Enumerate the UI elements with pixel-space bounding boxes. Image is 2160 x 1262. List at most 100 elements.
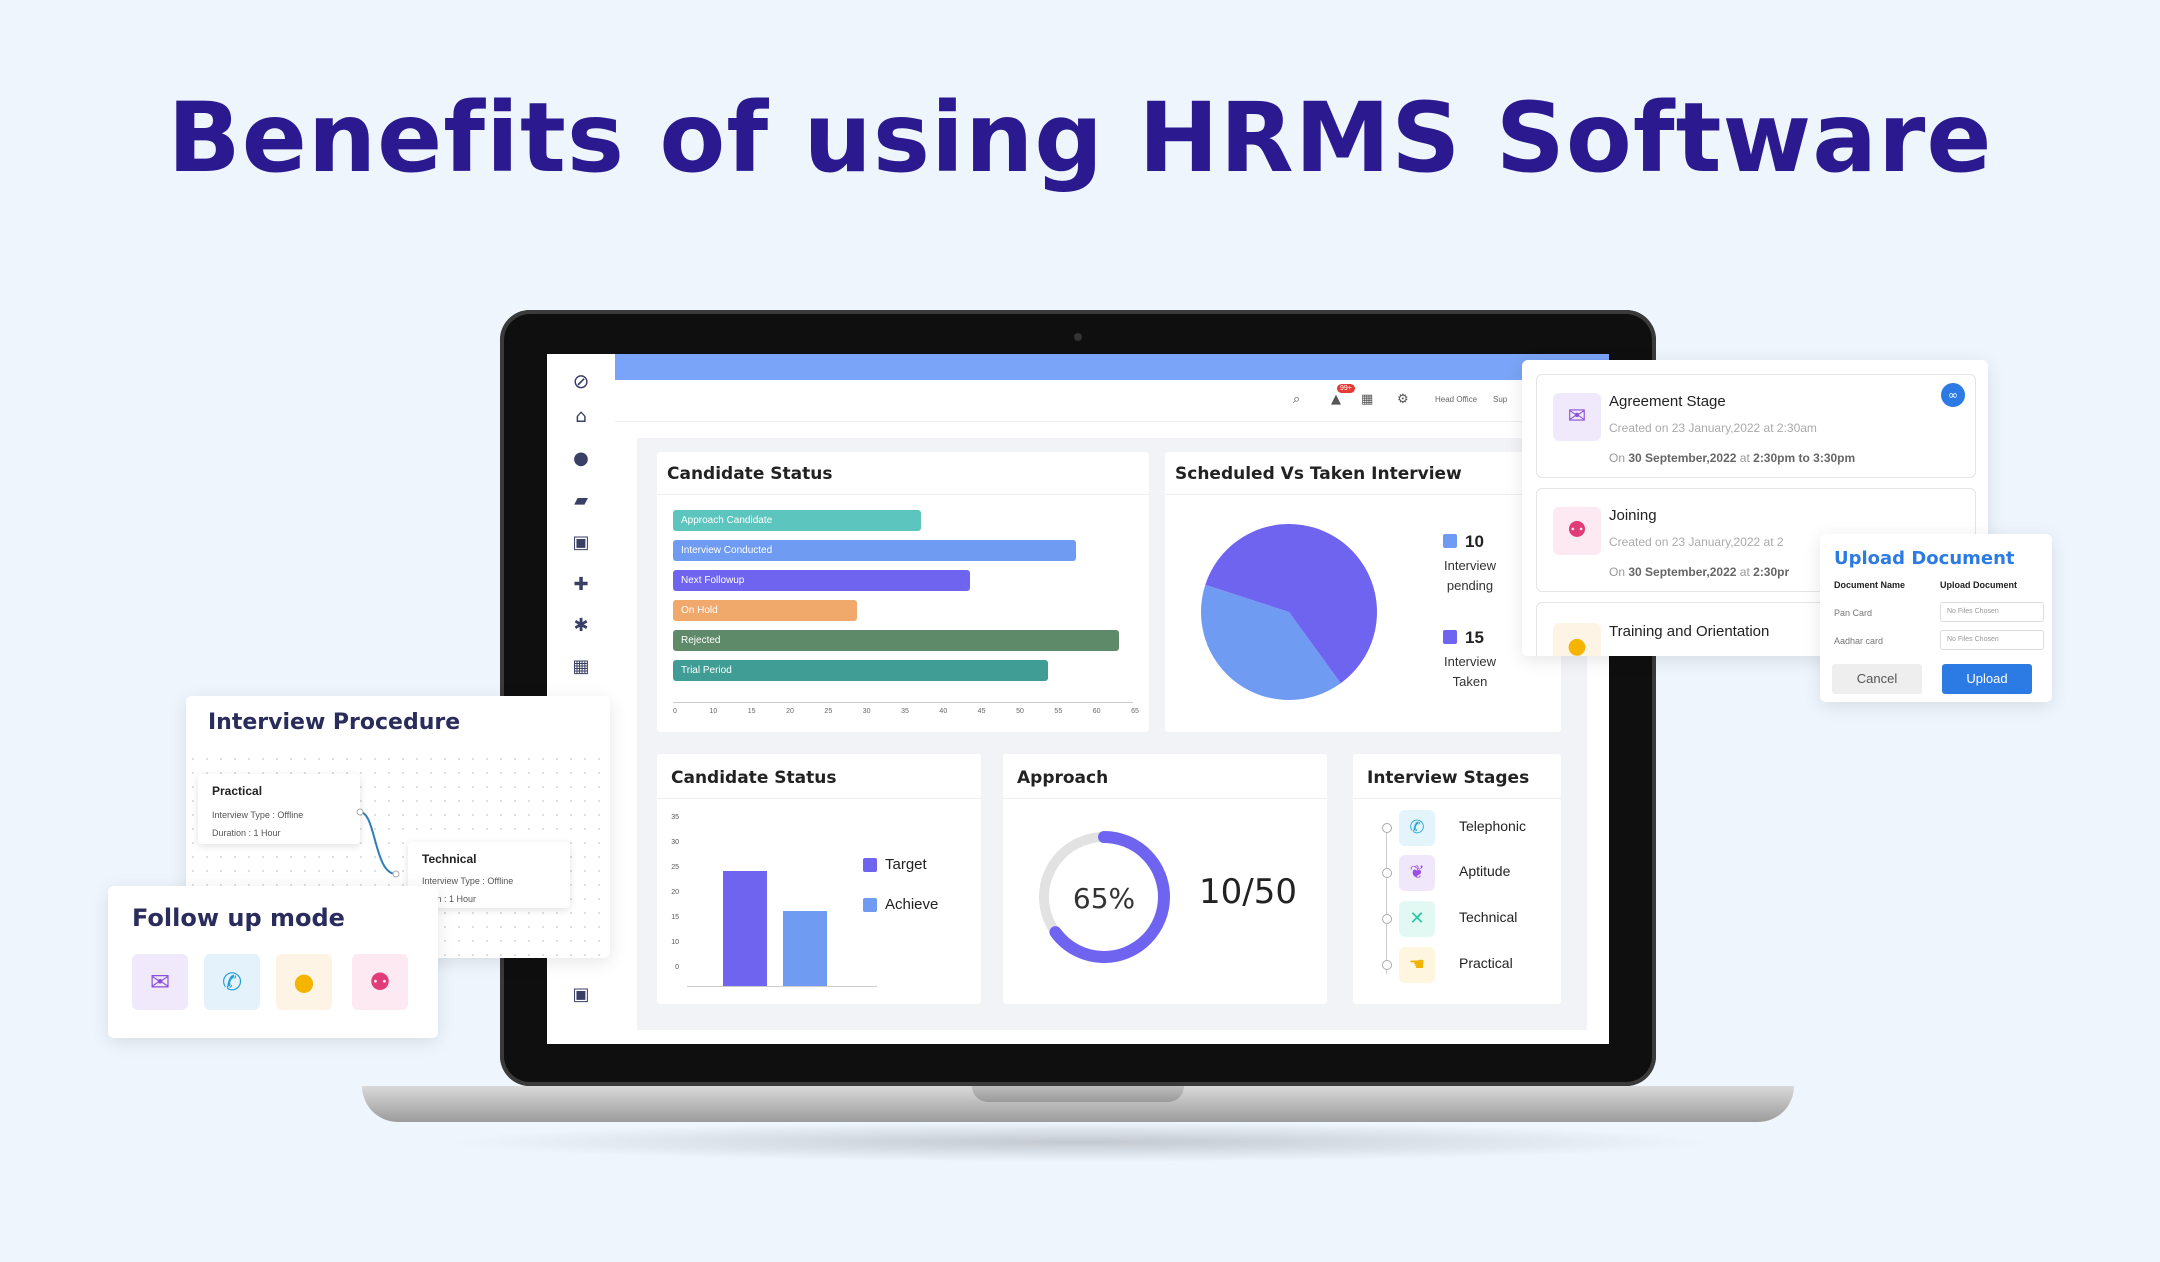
x-tick-label: 0 [673, 708, 677, 715]
column-header-upload: Upload Document [1940, 580, 2018, 590]
legend-value-taken: 15 [1465, 628, 1484, 647]
card-title: Approach [1017, 768, 1109, 788]
meeting-icon[interactable]: ⚉ [352, 954, 408, 1010]
x-tick-label: 35 [901, 708, 909, 715]
stage-label-technical[interactable]: Technical [1459, 909, 1517, 925]
briefcase-icon[interactable]: ▰ [568, 488, 594, 514]
chat-icon[interactable]: ● [276, 954, 332, 1010]
dashboard-content: Candidate Status Approach Candidate Inter… [637, 438, 1587, 1030]
money-icon[interactable]: ▣ [568, 530, 594, 556]
legend-swatch-pending [1443, 534, 1457, 548]
mail-icon[interactable]: ✉ [132, 954, 188, 1010]
stage-schedule: On 30 September,2022 at 2:30pr [1609, 565, 1789, 579]
card-divider [1353, 798, 1561, 799]
panel-title: Interview Procedure [208, 710, 461, 735]
dashboard-screen: ⊘ ⌂ ● ▰ ▣ ✚ ✱ ▦ ▣ ⌕ ▲ 99+ ▦ ⚙ Head Offic… [547, 354, 1609, 1044]
column-header-name: Document Name [1834, 580, 1906, 590]
schedule-time: 2:30pr [1753, 565, 1790, 579]
legend-swatch-taken [1443, 630, 1457, 644]
bell-icon[interactable]: ▲ [1331, 392, 1341, 407]
x-tick-label: 55 [1054, 708, 1063, 715]
file-input-aadhar[interactable]: No Files Chosen [1940, 630, 2044, 650]
laptop-shadow [440, 1122, 1720, 1162]
legend-value-pending: 10 [1465, 532, 1484, 551]
stage-title: Training and Orientation [1609, 623, 1770, 640]
y-tick-label: 15 [671, 914, 679, 921]
card-title: Scheduled Vs Taken Interview [1175, 464, 1462, 484]
stage-dot [1382, 823, 1392, 833]
add-user-icon[interactable]: ✚ [568, 572, 594, 598]
x-tick-label: 30 [862, 708, 871, 715]
card-divider [657, 494, 1149, 495]
stage-created: Created on 23 January,2022 at 2 [1609, 535, 1784, 549]
stage-label-telephonic[interactable]: Telephonic [1459, 818, 1526, 834]
apps-icon[interactable]: ▦ [1361, 392, 1373, 407]
legend-swatch-achieve [863, 898, 877, 912]
file-input-pan[interactable]: No Files Chosen [1940, 602, 2044, 622]
x-tick-label: 15 [747, 708, 756, 715]
x-tick-label: 65 [1131, 708, 1139, 715]
legend-label-line: pending [1446, 578, 1494, 593]
upload-document-panel: Upload Document Document Name Upload Doc… [1820, 534, 2052, 702]
x-tick-label: 45 [977, 708, 986, 715]
user-menu[interactable]: Sup [1493, 395, 1507, 404]
box-icon[interactable]: ▣ [568, 982, 594, 1008]
stage-title: Agreement Stage [1609, 393, 1726, 410]
cancel-button[interactable]: Cancel [1832, 664, 1922, 694]
link-icon[interactable]: ∞ [1941, 383, 1965, 407]
flow-connector [356, 808, 400, 878]
document-name: Aadhar card [1834, 636, 1884, 646]
topbar: ⌕ ▲ 99+ ▦ ⚙ Head Office Sup [615, 380, 1609, 422]
stage-dot [1382, 960, 1392, 970]
flow-node-practical[interactable]: Practical Interview Type : Offline Durat… [198, 774, 360, 844]
legend-label-line: Taken [1452, 674, 1488, 689]
phone-icon: ✆ [1399, 810, 1435, 846]
card-divider [1165, 494, 1561, 495]
legend-swatch-target [863, 858, 877, 872]
user-icon[interactable]: ● [568, 446, 594, 472]
y-tick-label: 35 [671, 814, 679, 821]
y-tick-label: 20 [671, 889, 679, 896]
x-axis [687, 986, 877, 987]
office-selector[interactable]: Head Office [1435, 395, 1477, 404]
interview-stages-card: Interview Stages ✆ Telephonic ❦ Aptitude… [1353, 754, 1561, 1004]
grid-icon[interactable]: ▦ [568, 654, 594, 680]
scheduled-vs-taken-card: Scheduled Vs Taken Interview 10 Intervie… [1165, 452, 1561, 732]
approach-percent: 65% [1072, 882, 1136, 915]
compass-icon[interactable]: ⊘ [568, 368, 594, 394]
card-title: Candidate Status [667, 464, 833, 484]
stage-label-practical[interactable]: Practical [1459, 955, 1513, 971]
x-tick-label: 50 [1016, 708, 1024, 715]
page-title: Benefits of using HRMS Software [167, 82, 1993, 194]
x-tick-label: 40 [939, 708, 948, 715]
node-type: Interview Type : Offline [212, 810, 304, 820]
legend-label-taken: Interview Taken [1425, 652, 1515, 692]
column-achieve [783, 911, 827, 986]
stage-card-agreement[interactable]: ✉ Agreement Stage Created on 23 January,… [1536, 374, 1976, 478]
candidate-status-card: Candidate Status Approach Candidate Inter… [657, 452, 1149, 732]
stage-created: Created on 23 January,2022 at 2:30am [1609, 421, 1817, 435]
bar-trial-period: Trial Period [673, 660, 1049, 681]
approach-card: Approach 65% 10/50 [1003, 754, 1327, 1004]
schedule-time: 2:30pm to 3:30pm [1753, 451, 1856, 465]
upload-button[interactable]: Upload [1942, 664, 2032, 694]
phone-icon[interactable]: ✆ [204, 954, 260, 1010]
search-icon[interactable]: ⌕ [1293, 392, 1300, 407]
panel-title: Upload Document [1834, 548, 2015, 569]
schedule-at: at [1739, 565, 1750, 579]
bar-rejected: Rejected [673, 630, 1119, 651]
legend-label-line: Interview [1443, 558, 1497, 573]
x-tick-label: 20 [786, 708, 794, 715]
card-title: Candidate Status [671, 768, 837, 788]
meeting-icon: ⚉ [1553, 507, 1601, 555]
schedule-at: at [1739, 451, 1750, 465]
y-tick-label: 10 [671, 939, 679, 946]
gear-icon[interactable]: ⚙ [1397, 392, 1409, 407]
stage-label-aptitude[interactable]: Aptitude [1459, 863, 1510, 879]
user-settings-icon[interactable]: ✱ [568, 613, 594, 639]
panel-title: Follow up mode [132, 904, 345, 932]
candidate-status-columns-card: Candidate Status 35 30 25 20 15 10 0 Target Ac… [657, 754, 981, 1004]
stage-dot [1382, 868, 1392, 878]
home-icon[interactable]: ⌂ [568, 404, 594, 430]
card-divider [1003, 798, 1327, 799]
